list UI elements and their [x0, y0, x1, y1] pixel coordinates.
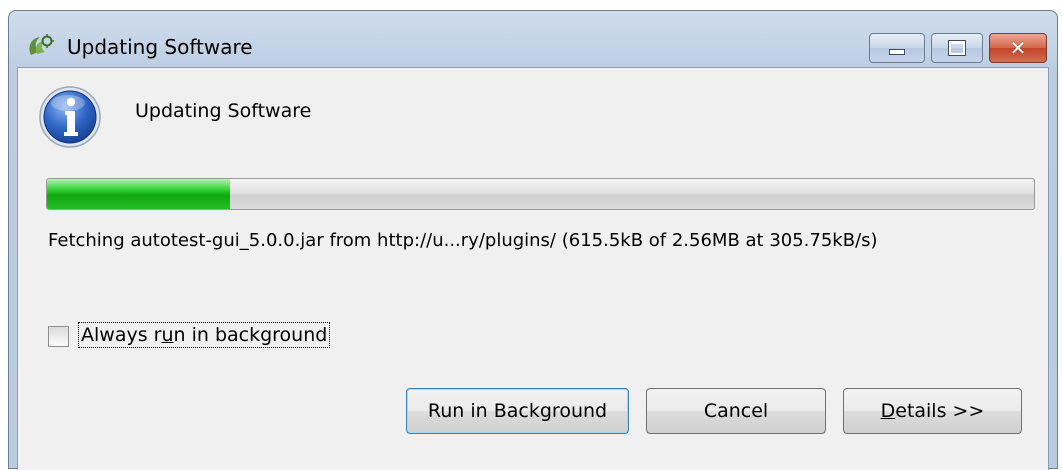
cancel-button[interactable]: Cancel	[646, 388, 826, 434]
close-button[interactable]: ✕	[989, 33, 1047, 63]
minimize-icon	[889, 49, 905, 55]
progress-fill	[47, 179, 230, 209]
details-button-label: Details >>	[880, 400, 985, 422]
details-button[interactable]: Details >>	[843, 388, 1022, 434]
eclipse-software-updates-icon	[29, 34, 54, 55]
title-bar[interactable]: Updating Software ✕	[9, 11, 1057, 67]
minimize-button[interactable]	[869, 33, 925, 63]
dialog-heading: Updating Software	[135, 100, 312, 122]
maximize-icon	[948, 40, 966, 56]
always-run-in-background-checkbox[interactable]	[48, 326, 69, 347]
checkbox-label-text: Always run in background	[81, 324, 328, 346]
info-icon	[39, 86, 101, 148]
maximize-button[interactable]	[931, 33, 983, 63]
close-icon: ✕	[1009, 36, 1027, 60]
download-progress-bar	[46, 178, 1035, 210]
status-text: Fetching autotest-gui_5.0.0.jar from htt…	[48, 230, 878, 251]
window-title: Updating Software	[67, 35, 253, 59]
always-run-in-background-label[interactable]: Always run in background	[78, 322, 331, 348]
run-in-background-button[interactable]: Run in Background	[406, 388, 629, 434]
